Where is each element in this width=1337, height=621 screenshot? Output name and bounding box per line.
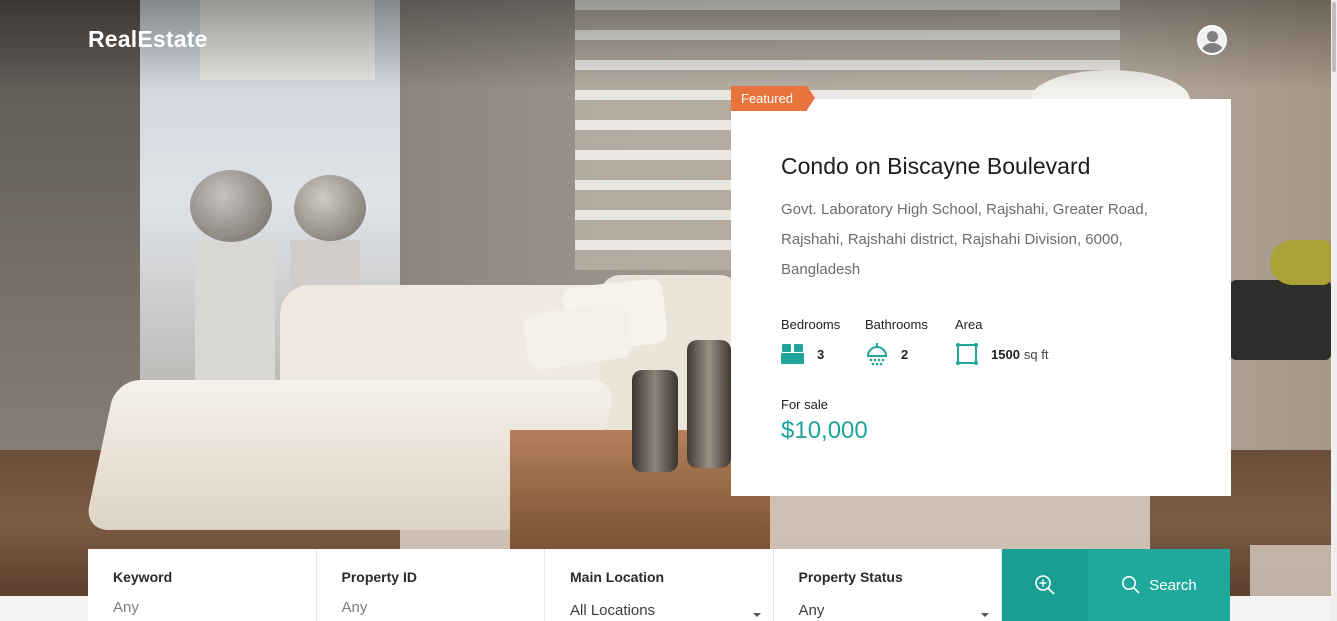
property-address: Govt. Laboratory High School, Rajshahi, … [781,201,1148,278]
property-search-bar: Keyword Any Property ID Any Main Locatio… [88,549,1230,621]
chevron-down-icon[interactable] [981,613,989,617]
bedrooms-feature: Bedrooms 3 [781,317,840,366]
property-status-field[interactable]: Property Status Any [774,549,1002,621]
main-location-label: Main Location [570,569,665,585]
search-button[interactable]: Search [1088,549,1230,621]
area-value: 1500 [991,346,1020,362]
main-location-field[interactable]: Main Location All Locations [545,549,774,621]
property-status-select[interactable]: Any [799,602,1002,619]
bathrooms-value: 2 [901,346,909,362]
featured-property-card[interactable]: Condo on Biscayne Boulevard Govt. Labora… [731,99,1231,496]
property-title[interactable]: Condo on Biscayne Boulevard [781,153,1090,180]
user-avatar-icon[interactable] [1197,25,1227,55]
bed-icon [781,344,804,364]
bedrooms-value: 3 [817,346,825,362]
keyword-input[interactable]: Any [113,599,316,616]
page: RealEstate Condo on Biscayne Boulevard G… [0,0,1337,621]
property-id-field[interactable]: Property ID Any [317,549,545,621]
shower-icon [866,343,888,366]
area-icon [956,343,978,365]
area-label: Area [955,317,983,332]
property-id-label: Property ID [341,569,417,585]
zoom-in-icon [1035,575,1055,595]
property-status-label: Property Status [798,569,903,585]
main-location-select[interactable]: All Locations [570,602,773,619]
area-unit: sq ft [1023,346,1049,362]
search-button-label: Search [1149,576,1197,594]
bathrooms-feature: Bathrooms 2 [865,317,928,366]
page-scrollbar[interactable] [1331,0,1337,621]
keyword-label: Keyword [113,569,173,585]
bedrooms-label: Bedrooms [781,317,841,332]
area-feature: Area 1500 sq ft [955,317,1049,366]
chevron-down-icon[interactable] [752,613,761,617]
search-icon [1122,576,1140,594]
bathrooms-label: Bathrooms [865,317,928,332]
site-logo[interactable]: RealEstate [88,26,208,53]
featured-badge: Featured [731,86,816,111]
scrollbar-thumb[interactable] [1332,2,1336,72]
advanced-search-button[interactable] [1002,549,1088,621]
property-price: $10,000 [781,417,868,444]
keyword-field[interactable]: Keyword Any [88,549,317,621]
property-id-input[interactable]: Any [342,599,545,616]
listing-status: For sale [781,397,828,412]
